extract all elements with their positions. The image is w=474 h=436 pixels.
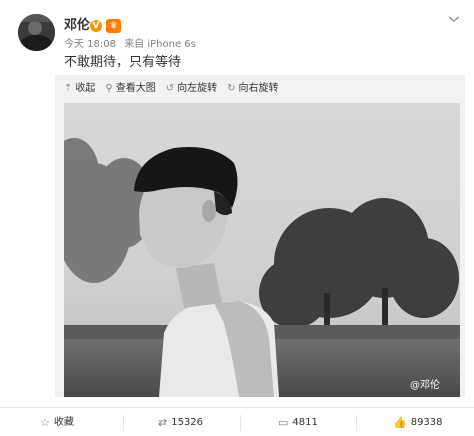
comment-button[interactable]: ▭ 4811 — [278, 416, 318, 430]
divider — [123, 415, 124, 431]
rotate-left-icon: ↺ — [165, 83, 175, 94]
action-bar: ☆ 收藏 ⇄ 15326 ▭ 4811 👍 89338 — [0, 407, 474, 436]
photo-image — [64, 103, 460, 397]
post-source[interactable]: 来自 iPhone 6s — [124, 39, 196, 50]
collapse-label: 收起 — [75, 83, 96, 94]
rotate-right-icon: ↻ — [227, 83, 236, 94]
post-meta: 今天 18:08 来自 iPhone 6s — [64, 39, 201, 51]
repost-button[interactable]: ⇄ 15326 — [158, 416, 203, 430]
divider — [240, 415, 241, 431]
rotate-right-label: 向右旋转 — [238, 83, 279, 94]
star-icon: ☆ — [40, 416, 50, 429]
repost-icon: ⇄ — [158, 416, 168, 429]
collapse-button[interactable]: ⇡ 收起 — [64, 82, 95, 96]
chevron-down-icon[interactable] — [446, 14, 462, 26]
view-large-label: 查看大图 — [115, 83, 156, 94]
post-photo[interactable] — [64, 103, 460, 397]
rotate-left-button[interactable]: ↺ 向左旋转 — [166, 82, 217, 96]
like-count: 89338 — [410, 417, 443, 428]
media-toolbar: ⇡ 收起 ⚲ 查看大图 ↺ 向左旋转 ↻ 向右旋转 — [64, 82, 279, 96]
divider — [356, 415, 357, 431]
post-time[interactable]: 今天 18:08 — [64, 39, 116, 50]
favorite-label: 收藏 — [53, 417, 74, 428]
thumbs-up-icon: 👍 — [393, 416, 407, 429]
rotate-left-label: 向左旋转 — [177, 83, 218, 94]
view-large-button[interactable]: ⚲ 查看大图 — [105, 82, 155, 96]
search-icon: ⚲ — [105, 83, 113, 94]
comment-count: 4811 — [292, 417, 318, 428]
rotate-right-button[interactable]: ↻ 向右旋转 — [227, 82, 278, 96]
author-name[interactable]: 邓伦 — [64, 18, 90, 34]
avatar-image — [18, 14, 55, 51]
verified-badge: V — [90, 20, 102, 32]
member-crown-icon: ♛ — [106, 19, 121, 33]
collapse-icon: ⇡ — [64, 83, 73, 94]
comment-icon: ▭ — [278, 416, 289, 429]
repost-count: 15326 — [171, 417, 204, 428]
avatar[interactable] — [18, 14, 55, 51]
photo-watermark: @邓伦 — [410, 380, 440, 391]
like-button[interactable]: 👍 89338 — [393, 416, 443, 430]
favorite-button[interactable]: ☆ 收藏 — [40, 416, 74, 430]
post-text: 不敢期待，只有等待 — [64, 55, 182, 70]
